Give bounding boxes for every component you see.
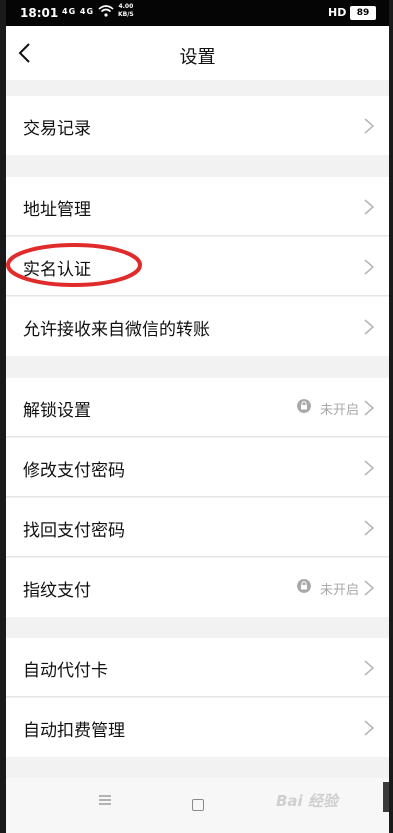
row-label: 自动代付卡 — [23, 661, 108, 681]
row-address-management[interactable]: 地址管理 — [6, 177, 389, 236]
status-text: 未开启 — [319, 403, 359, 418]
network-speed: 4.00 KB/S — [118, 3, 134, 18]
divider — [6, 235, 389, 236]
status-time: 18:01 — [20, 6, 59, 20]
row-label: 地址管理 — [23, 200, 91, 220]
divider — [6, 556, 389, 557]
chevron-right-icon — [364, 199, 375, 215]
row-label: 交易记录 — [23, 119, 91, 139]
divider — [6, 696, 389, 697]
lock-icon — [297, 579, 311, 593]
divider — [6, 496, 389, 497]
network-indicator: 4G 4G — [62, 7, 95, 16]
chevron-right-icon — [364, 520, 375, 536]
row-recover-pay-password[interactable]: 找回支付密码 — [6, 498, 389, 557]
row-label: 找回支付密码 — [23, 521, 125, 541]
row-label: 解锁设置 — [23, 401, 91, 421]
chevron-right-icon — [364, 580, 375, 596]
row-label: 自动扣费管理 — [23, 721, 125, 741]
home-icon[interactable] — [192, 799, 204, 811]
chevron-right-icon — [364, 259, 375, 275]
row-allow-wechat-transfer[interactable]: 允许接收来自微信的转账 — [6, 297, 389, 356]
row-auto-pay-card[interactable]: 自动代付卡 — [6, 638, 389, 697]
chevron-right-icon — [364, 720, 375, 736]
navigation-bar: 设置 — [6, 26, 389, 80]
row-label: 修改支付密码 — [23, 461, 125, 481]
row-transaction-records[interactable]: 交易记录 — [6, 96, 389, 155]
status-bar: 18:01 4G 4G 4.00 KB/S HD 89 — [6, 0, 389, 26]
scrollbar[interactable] — [383, 782, 389, 812]
status-text: 未开启 — [319, 583, 359, 598]
lock-icon — [297, 399, 311, 413]
page-title: 设置 — [179, 47, 216, 68]
annotation-circle-icon — [6, 243, 142, 287]
row-label: 指纹支付 — [23, 581, 91, 601]
battery-indicator: 89 — [350, 6, 376, 20]
chevron-right-icon — [364, 319, 375, 335]
row-unlock-settings[interactable]: 解锁设置 未开启 — [6, 378, 389, 437]
row-fingerprint-pay[interactable]: 指纹支付 未开启 — [6, 558, 389, 617]
menu-icon[interactable] — [98, 794, 112, 806]
phone-screen: 18:01 4G 4G 4.00 KB/S HD 89 设置 交易记录 地址管理… — [6, 0, 389, 833]
watermark: Bai 经验 — [276, 792, 338, 810]
row-label: 允许接收来自微信的转账 — [23, 320, 210, 340]
divider — [6, 295, 389, 296]
row-auto-deduction-management[interactable]: 自动扣费管理 — [6, 698, 389, 757]
wifi-icon — [98, 5, 114, 17]
chevron-right-icon — [364, 460, 375, 476]
chevron-right-icon — [364, 400, 375, 416]
divider — [6, 436, 389, 437]
chevron-right-icon — [364, 660, 375, 676]
system-navigation-bar: Bai 经验 — [6, 778, 389, 833]
hd-indicator: HD — [328, 6, 347, 19]
row-change-pay-password[interactable]: 修改支付密码 — [6, 438, 389, 497]
chevron-right-icon — [364, 118, 375, 134]
